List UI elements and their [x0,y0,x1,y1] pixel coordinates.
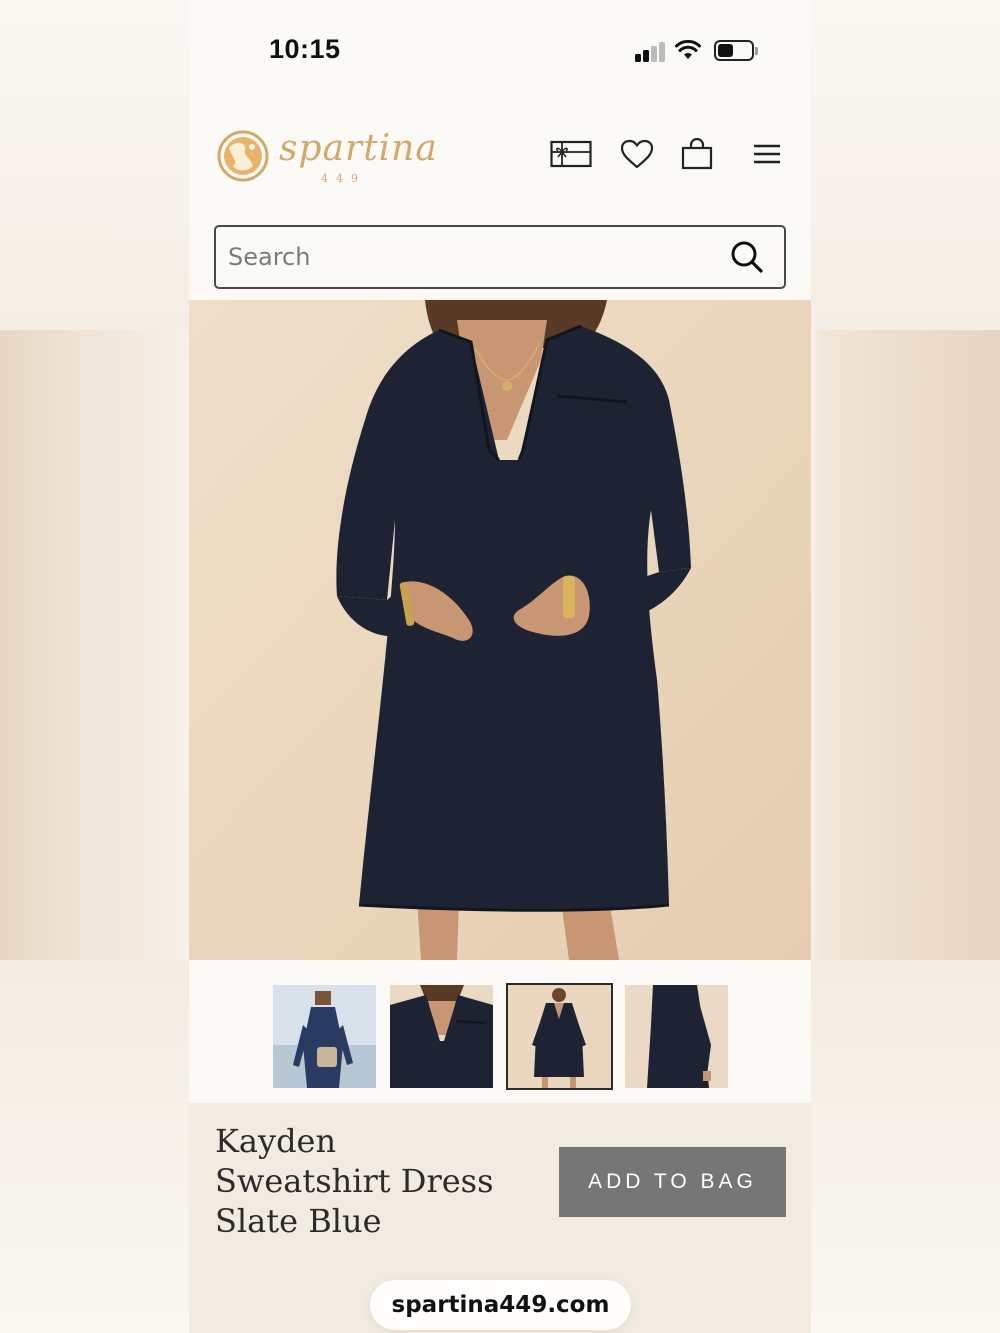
product-color-line: Slate Blue [215,1202,382,1240]
thumbnail-dress-front-image [508,985,611,1088]
add-to-bag-button[interactable]: ADD TO BAG [559,1147,786,1217]
status-time: 10:15 [269,34,341,64]
site-header: spartina 449 [189,110,811,205]
product-title: Kayden Sweatshirt Dress Slate Blue [215,1121,515,1241]
thumbnail-1[interactable] [273,985,376,1088]
brand-suffix: 449 [321,172,366,185]
thumbnail-3-selected[interactable] [506,983,613,1090]
gift-card-button[interactable] [549,136,593,172]
model-wearing-dress-image [189,300,811,960]
menu-button[interactable] [751,136,783,172]
search-input[interactable] [228,237,708,277]
brand-logo[interactable]: spartina 449 [217,128,437,185]
gift-card-icon [550,140,592,168]
hamburger-menu-icon [754,144,780,164]
thumbnail-dress-side-image [625,985,728,1088]
wifi-icon [675,39,701,59]
thumbnail-2[interactable] [390,985,493,1088]
thumbnail-4[interactable] [625,985,728,1088]
image-thumbnail-strip [189,960,811,1103]
globe-logo-icon [217,130,269,182]
brand-wordmark: spartina [279,128,438,169]
shopping-bag-icon [681,138,713,170]
shopping-bag-button[interactable] [679,136,715,172]
search-icon[interactable] [729,239,765,275]
product-main-image[interactable] [189,300,811,960]
wishlist-button[interactable] [619,136,655,172]
thumbnail-collar-detail-image [390,985,493,1088]
thumbnail-model-with-bag-image [273,985,376,1088]
mobile-viewport: 10:15 spartina 449 Search Kayden Sweatsh… [189,0,811,1333]
heart-icon [620,139,654,169]
battery-icon [714,40,754,61]
browser-url-pill[interactable]: spartina449.com [370,1280,631,1330]
cellular-signal-icon [635,40,667,62]
search-bar [214,225,786,289]
product-name-line-2: Sweatshirt Dress [215,1162,494,1200]
status-bar: 10:15 [189,0,811,100]
product-name-line-1: Kayden [215,1122,337,1160]
